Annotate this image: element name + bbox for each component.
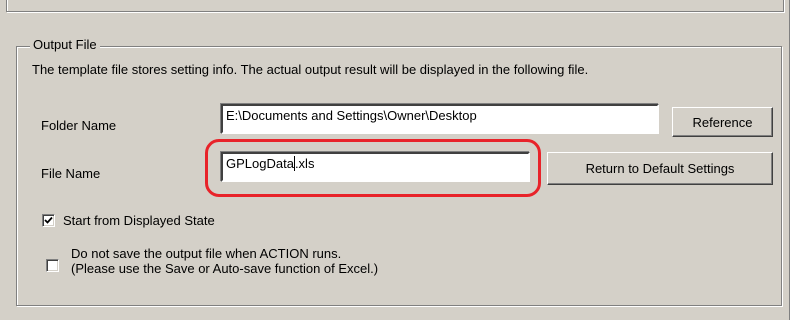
- return-to-default-settings-button[interactable]: Return to Default Settings: [547, 152, 773, 185]
- output-file-group-title: Output File: [30, 36, 100, 54]
- file-name-label: File Name: [41, 166, 101, 181]
- check-icon: [44, 216, 53, 224]
- do-not-save-label-line2: (Please use the Save or Auto-save functi…: [71, 261, 379, 276]
- folder-name-input[interactable]: E:\Documents and Settings\Owner\Desktop: [221, 104, 659, 134]
- do-not-save-label-line1: Do not save the output file when ACTION …: [71, 246, 342, 261]
- previous-groupbox: [6, 0, 784, 12]
- do-not-save-label[interactable]: Do not save the output file when ACTION …: [71, 246, 378, 276]
- do-not-save-checkbox[interactable]: [46, 259, 59, 272]
- file-name-value-before-caret: GPLogData: [226, 156, 294, 171]
- start-from-displayed-label[interactable]: Start from Displayed State: [63, 212, 215, 230]
- dialog-edge: [789, 0, 790, 320]
- settings-dialog: Output File The template file stores set…: [0, 0, 790, 320]
- file-name-value-after-caret: .xls: [294, 156, 315, 171]
- file-name-input[interactable]: GPLogData.xls: [221, 152, 530, 182]
- start-from-displayed-checkbox[interactable]: [42, 214, 55, 227]
- output-file-info-text: The template file stores setting info. T…: [32, 62, 589, 77]
- folder-name-label: Folder Name: [41, 118, 117, 133]
- reference-button[interactable]: Reference: [672, 107, 773, 137]
- folder-name-value: E:\Documents and Settings\Owner\Desktop: [226, 108, 477, 123]
